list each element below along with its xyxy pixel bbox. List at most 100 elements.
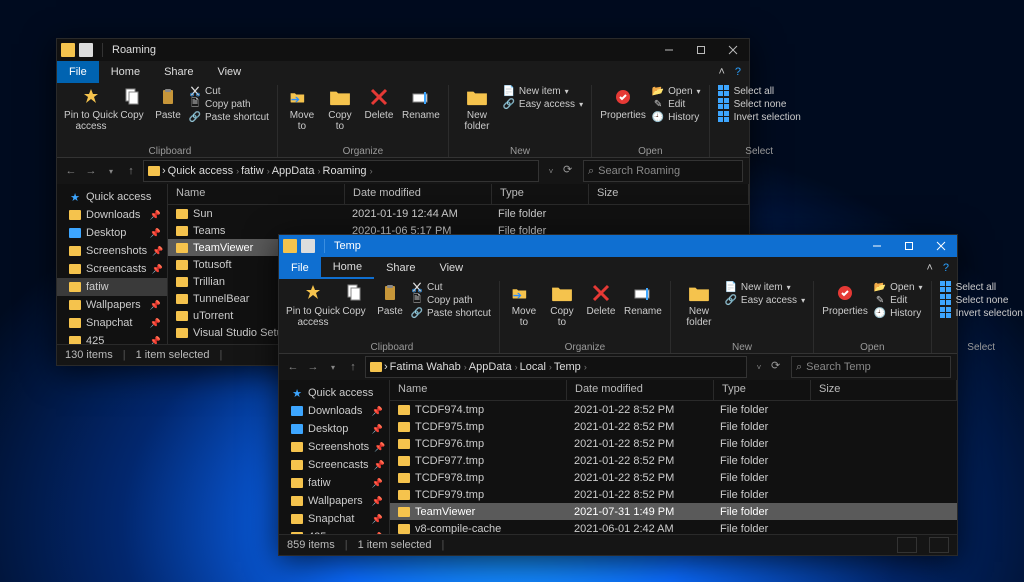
easy-access-button[interactable]: 🔗Easy access ▾ [503, 98, 583, 110]
table-row[interactable]: TCDF976.tmp 2021-01-22 8:52 PM File fold… [390, 435, 957, 452]
new-item-button[interactable]: 📄New item ▾ [725, 281, 805, 293]
pin-to-quick-access-button[interactable]: Pin to Quick access [71, 85, 111, 132]
copy-path-button[interactable]: 🗎Copy path [189, 98, 269, 110]
help-icon[interactable]: ? [943, 262, 949, 274]
chevron-up-icon[interactable]: ˄ [926, 262, 932, 274]
tab-view[interactable]: View [205, 61, 253, 83]
col-date[interactable]: Date modified [345, 184, 492, 204]
up-button[interactable]: ↑ [123, 163, 139, 179]
table-row[interactable]: Sun 2021-01-19 12:44 AM File folder [168, 205, 749, 222]
tab-share[interactable]: Share [152, 61, 205, 83]
paste-shortcut-button[interactable]: 🔗Paste shortcut [189, 111, 269, 123]
table-row[interactable]: TCDF977.tmp 2021-01-22 8:52 PM File fold… [390, 452, 957, 469]
breadcrumb-segment[interactable]: AppData› [469, 361, 518, 373]
dropdown-icon[interactable]: ˅ [543, 163, 559, 179]
nav-pane[interactable]: ★Quick accessDownloads📌Desktop📌Screensho… [57, 184, 168, 344]
tab-share[interactable]: Share [374, 257, 427, 279]
sidebar-item[interactable]: Screencasts📌 [57, 260, 167, 278]
search-input[interactable]: ⌕ Search Temp [791, 356, 951, 378]
select-none-button[interactable]: Select none [940, 294, 1023, 306]
view-icons-button[interactable] [929, 537, 949, 553]
breadcrumb[interactable]: ›Quick access›fatiw›AppData›Roaming› [143, 160, 539, 182]
refresh-button[interactable]: ⟳ [771, 359, 787, 375]
new-folder-button[interactable]: New folder [679, 281, 719, 328]
column-headers[interactable]: Name Date modified Type Size [168, 184, 749, 205]
tab-view[interactable]: View [427, 257, 475, 279]
breadcrumb-segment[interactable]: Fatima Wahab› [390, 361, 467, 373]
forward-button[interactable]: → [305, 359, 321, 375]
properties-button[interactable]: Properties [822, 281, 868, 317]
cut-button[interactable]: Cut [411, 281, 491, 293]
table-row[interactable]: TCDF979.tmp 2021-01-22 8:52 PM File fold… [390, 486, 957, 503]
search-input[interactable]: ⌕ Search Roaming [583, 160, 743, 182]
breadcrumb-segment[interactable]: AppData› [272, 165, 321, 177]
select-all-button[interactable]: Select all [718, 85, 801, 97]
copy-to-button[interactable]: Copy to [546, 281, 578, 328]
rename-button[interactable]: Rename [624, 281, 662, 317]
easy-access-button[interactable]: 🔗Easy access ▾ [725, 294, 805, 306]
table-row[interactable]: TCDF974.tmp 2021-01-22 8:52 PM File fold… [390, 401, 957, 418]
sidebar-item[interactable]: ★Quick access [279, 384, 389, 402]
col-size[interactable]: Size [811, 380, 957, 400]
col-size[interactable]: Size [589, 184, 749, 204]
breadcrumb-segment[interactable]: fatiw› [241, 165, 270, 177]
help-icon[interactable]: ? [735, 66, 741, 78]
sidebar-item[interactable]: 425📌 [57, 332, 167, 344]
column-headers[interactable]: Name Date modified Type Size [390, 380, 957, 401]
breadcrumb-segment[interactable]: Quick access› [168, 165, 239, 177]
properties-button[interactable]: Properties [600, 85, 646, 121]
move-to-button[interactable]: ➔Move to [286, 85, 318, 132]
select-all-button[interactable]: Select all [940, 281, 1023, 293]
titlebar[interactable]: Temp [279, 235, 957, 257]
paste-button[interactable]: Paste [375, 281, 405, 317]
col-date[interactable]: Date modified [567, 380, 714, 400]
sidebar-item[interactable]: ★Quick access [57, 188, 167, 206]
col-name[interactable]: Name [390, 380, 567, 400]
edit-button[interactable]: ✎Edit [652, 98, 700, 110]
close-button[interactable] [717, 39, 749, 61]
breadcrumb-segment[interactable]: Local› [520, 361, 552, 373]
refresh-button[interactable]: ⟳ [563, 163, 579, 179]
sidebar-item[interactable]: Screenshots📌 [57, 242, 167, 260]
forward-button[interactable]: → [83, 163, 99, 179]
paste-button[interactable]: Paste [153, 85, 183, 121]
up-button[interactable]: ↑ [345, 359, 361, 375]
close-button[interactable] [925, 235, 957, 257]
copy-to-button[interactable]: Copy to [324, 85, 356, 132]
copy-button[interactable]: Copy [117, 85, 147, 121]
table-row[interactable]: TCDF978.tmp 2021-01-22 8:52 PM File fold… [390, 469, 957, 486]
rename-button[interactable]: Rename [402, 85, 440, 121]
chevron-up-icon[interactable]: ˄ [718, 66, 724, 78]
tab-home[interactable]: Home [321, 257, 374, 279]
open-button[interactable]: 📂Open ▾ [652, 85, 700, 97]
recent-dropdown[interactable]: ▾ [325, 359, 341, 375]
invert-selection-button[interactable]: Invert selection [940, 307, 1023, 319]
cut-button[interactable]: Cut [189, 85, 269, 97]
sidebar-item[interactable]: Downloads📌 [279, 402, 389, 420]
table-row[interactable]: TeamViewer 2021-07-31 1:49 PM File folde… [390, 503, 957, 520]
sidebar-item[interactable]: Desktop📌 [279, 420, 389, 438]
breadcrumb-segment[interactable]: Temp› [554, 361, 587, 373]
sidebar-item[interactable]: Wallpapers📌 [57, 296, 167, 314]
col-type[interactable]: Type [492, 184, 589, 204]
move-to-button[interactable]: ➔Move to [508, 281, 540, 328]
nav-pane[interactable]: ★Quick accessDownloads📌Desktop📌Screensho… [279, 380, 390, 534]
maximize-button[interactable] [893, 235, 925, 257]
sidebar-item[interactable]: fatiw📌 [279, 474, 389, 492]
sidebar-item[interactable]: Desktop📌 [57, 224, 167, 242]
titlebar[interactable]: Roaming [57, 39, 749, 61]
tab-file[interactable]: File [57, 61, 99, 83]
delete-button[interactable]: Delete [584, 281, 618, 317]
pin-to-quick-access-button[interactable]: Pin to Quick access [293, 281, 333, 328]
minimize-button[interactable] [861, 235, 893, 257]
recent-dropdown[interactable]: ▾ [103, 163, 119, 179]
tab-home[interactable]: Home [99, 61, 152, 83]
delete-button[interactable]: Delete [362, 85, 396, 121]
sidebar-item[interactable]: Wallpapers📌 [279, 492, 389, 510]
back-button[interactable]: ← [285, 359, 301, 375]
sidebar-item[interactable]: fatiw [57, 278, 167, 296]
history-button[interactable]: 🕘History [652, 111, 700, 123]
table-row[interactable]: TCDF975.tmp 2021-01-22 8:52 PM File fold… [390, 418, 957, 435]
sidebar-item[interactable]: Snapchat📌 [57, 314, 167, 332]
back-button[interactable]: ← [63, 163, 79, 179]
